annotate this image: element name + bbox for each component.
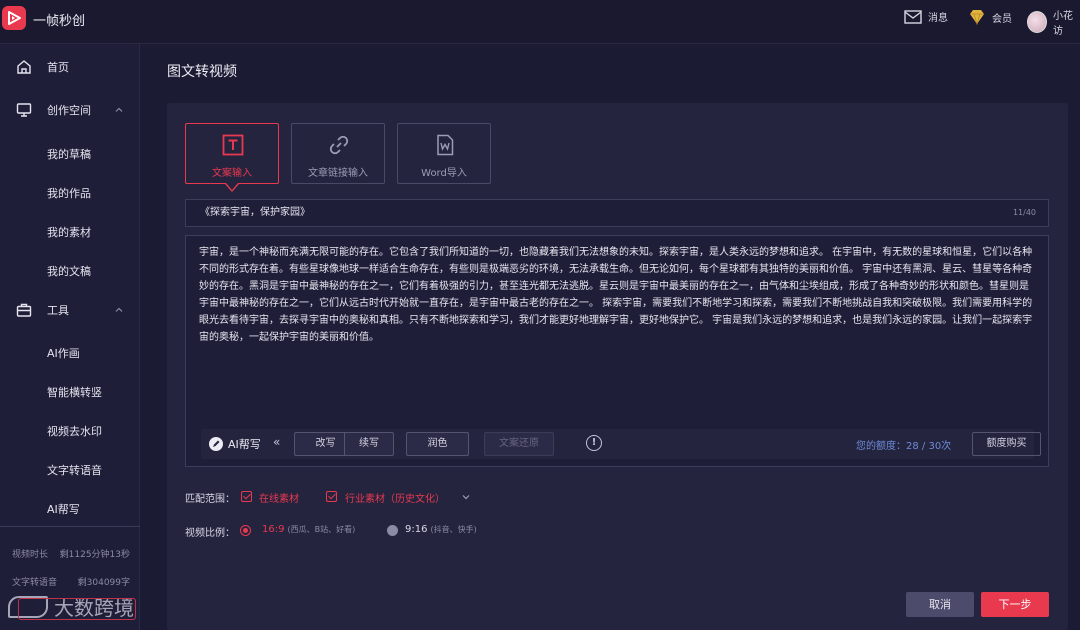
online-assets-checkbox[interactable] [241,491,252,502]
sidebar-item-landscape-to-portrait[interactable]: 智能横转竖 [47,384,102,400]
user-menu[interactable]: 小花访 [1027,7,1080,37]
tab-label: 文案输入 [212,168,252,179]
monitor-icon [16,103,32,117]
chevron-up-icon [115,107,123,112]
tab-label: Word导入 [421,168,467,179]
app-name: 一帧秒创 [33,14,86,29]
sidebar-item-text-to-speech[interactable]: 文字转语音 [47,462,102,478]
messages-button[interactable]: 消息 [904,9,948,24]
ai-quota-text: 您的额度：28 / 30次 [856,441,952,452]
cancel-button[interactable]: 取消 [906,592,974,617]
quota-label: 文字转语音 [12,578,58,588]
sidebar: 首页 创作空间 我的草稿 我的作品 我的素材 我的文稿 工具 AI作画 智能横转… [0,44,140,630]
tab-word-import[interactable]: Word导入 [397,123,491,184]
sidebar-item-drafts[interactable]: 我的草稿 [47,146,91,162]
ratio-16-9-label[interactable]: 16:9 (西瓜、B站、好看) [262,524,355,535]
quota-value: 剩304099字 [77,578,130,588]
app-logo[interactable] [2,6,26,30]
collapse-icon[interactable]: « [273,435,280,449]
quota-value: 剩1125分钟13秒 [59,550,130,560]
tab-pointer [225,183,239,192]
sidebar-item-works[interactable]: 我的作品 [47,185,91,201]
chevron-down-icon[interactable] [461,492,471,502]
ai-write-label[interactable]: AI帮写 [209,436,261,452]
polish-button[interactable]: 润色 [406,432,469,456]
sidebar-item-label: 创作空间 [47,104,91,117]
ratio-platforms: (西瓜、B站、好看) [287,525,356,534]
sidebar-item-ai-paint[interactable]: AI作画 [47,345,80,361]
avatar [1027,11,1047,33]
sidebar-item-label: 工具 [47,304,69,317]
sidebar-item-tools[interactable]: 工具 [0,297,140,323]
sidebar-item-home[interactable]: 首页 [0,54,140,80]
watermark: 大数跨境 [8,592,136,621]
link-icon [329,135,349,155]
sidebar-divider [0,526,140,527]
title-char-count: 11/40 [1012,208,1036,217]
tab-link-input[interactable]: 文章链接输入 [291,123,385,184]
sidebar-item-remove-watermark[interactable]: 视频去水印 [47,423,102,439]
ai-write-text: AI帮写 [228,438,261,451]
tab-label: 文章链接输入 [308,168,368,179]
ratio-16-9-radio[interactable] [240,525,251,536]
buy-quota-button[interactable]: 额度购买 [972,432,1041,456]
ai-toolbar: AI帮写 « 改写 续写 润色 文案还原 ! 您的额度：28 / 30次 额度购… [201,429,1041,459]
ratio-9-16-radio[interactable] [387,525,398,536]
page-title: 图文转视频 [167,64,237,80]
industry-assets-checkbox[interactable] [326,491,337,502]
toolbox-icon [16,303,32,317]
user-name: 小花访 [1053,11,1073,37]
ai-pen-icon [209,437,223,451]
sidebar-item-ai-write[interactable]: AI帮写 [47,501,80,517]
sidebar-item-scripts[interactable]: 我的文稿 [47,263,91,279]
title-input[interactable]: 《探索宇宙，保护家园》 11/40 [185,199,1049,227]
content-textarea[interactable]: 宇宙，是一个神秘而充满无限可能的存在。它包含了我们所知道的一切，也隐藏着我们无法… [185,235,1049,467]
sidebar-item-workspace[interactable]: 创作空间 [0,97,140,123]
text-icon [222,134,244,156]
match-scope-label: 匹配范围： [185,494,235,505]
info-icon[interactable]: ! [586,435,602,451]
quota-text-to-speech: 文字转语音 剩304099字 [12,575,130,588]
tab-text-input[interactable]: 文案输入 [185,123,279,184]
sidebar-item-assets[interactable]: 我的素材 [47,224,91,240]
quota-video-duration: 视频时长 剩1125分钟13秒 [12,547,130,560]
chevron-up-icon [115,307,123,312]
restore-button[interactable]: 文案还原 [484,432,554,456]
ratio-value: 16:9 [262,524,285,535]
ratio-label: 视频比例： [185,528,235,539]
mail-icon [904,9,922,24]
next-button[interactable]: 下一步 [981,592,1049,617]
sidebar-item-label: 首页 [47,61,69,74]
industry-assets-label[interactable]: 行业素材（历史文化） [345,490,445,505]
vip-button[interactable]: 会员 [968,9,1012,25]
title-input-value: 《探索宇宙，保护家园》 [200,207,310,218]
home-icon [17,60,31,74]
diamond-icon [970,10,984,25]
quota-label: 视频时长 [12,550,49,560]
messages-label: 消息 [928,13,948,24]
vip-label: 会员 [992,13,1012,25]
ratio-value: 9:16 [405,524,428,535]
upgrade-pill[interactable] [18,598,136,620]
ratio-platforms: (抖音、快手) [430,525,477,534]
ratio-9-16-label[interactable]: 9:16 (抖音、快手) [405,524,477,535]
play-logo-icon [8,11,21,25]
content-text: 宇宙，是一个神秘而充满无限可能的存在。它包含了我们所知道的一切，也隐藏着我们无法… [199,247,1033,343]
online-assets-label[interactable]: 在线素材 [259,490,299,505]
top-bar: 一帧秒创 消息 会员 小花访 [0,0,1080,44]
continue-button[interactable]: 续写 [344,432,394,456]
word-icon [437,134,454,156]
